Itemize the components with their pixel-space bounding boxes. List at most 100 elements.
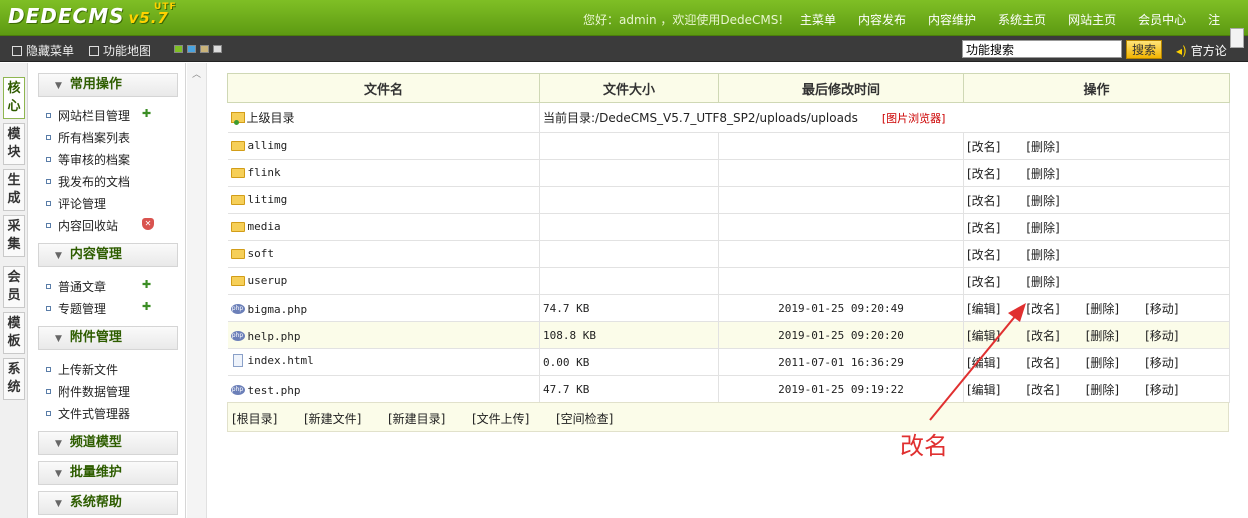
delete-link[interactable]: [删除] [1026, 273, 1059, 290]
nav-site-home[interactable]: 网站主页 [1068, 11, 1116, 28]
section-batch-maintain[interactable]: ▼ 批量维护 [38, 461, 178, 485]
sidebar-item-file-manager[interactable]: 文件式管理器 [46, 405, 130, 422]
rename-link[interactable]: [改名] [967, 246, 1000, 263]
function-search-input[interactable] [962, 40, 1122, 58]
rename-link[interactable]: [改名] [967, 219, 1000, 236]
file-upload-link[interactable]: [文件上传] [472, 410, 529, 427]
rename-link[interactable]: [改名] [1026, 354, 1059, 371]
rename-link[interactable]: [改名] [1026, 381, 1059, 398]
theme-tan-swatch[interactable] [200, 45, 209, 53]
table-row: php help.php 108.8 KB 2019-01-25 09:20:20… [227, 321, 1230, 349]
sidebar-item-comments[interactable]: 评论管理 [46, 195, 106, 212]
section-channel-model[interactable]: ▼ 频道模型 [38, 431, 178, 455]
add-topic-icon[interactable]: ✚ [142, 300, 151, 313]
new-file-link[interactable]: [新建文件] [304, 410, 361, 427]
move-link[interactable]: [移动] [1145, 327, 1178, 344]
theme-blue-swatch[interactable] [187, 45, 196, 53]
rename-link[interactable]: [改名] [967, 165, 1000, 182]
edit-link[interactable]: [编辑] [967, 327, 1000, 344]
edit-link[interactable]: [编辑] [967, 300, 1000, 317]
file-name-link[interactable]: bigma.php [248, 303, 308, 316]
delete-link[interactable]: [删除] [1026, 165, 1059, 182]
nav-system-home[interactable]: 系统主页 [998, 11, 1046, 28]
sidebar-item-upload-file[interactable]: 上传新文件 [46, 361, 118, 378]
bullet-icon [46, 411, 51, 416]
move-link[interactable]: [移动] [1145, 381, 1178, 398]
bullet-icon [46, 135, 51, 140]
edit-link[interactable]: [编辑] [967, 381, 1000, 398]
tab-member[interactable]: 会员 [3, 266, 25, 308]
add-article-icon[interactable]: ✚ [142, 278, 151, 291]
folder-name-link[interactable]: media [248, 220, 281, 233]
nav-content-maintain[interactable]: 内容维护 [928, 11, 976, 28]
delete-link[interactable]: [删除] [1026, 246, 1059, 263]
sidebar: ▼ 常用操作 网站栏目管理 ✚ 所有档案列表 等审核的档案 我发布的文档 评论管理… [28, 63, 186, 518]
folder-name-link[interactable]: flink [248, 166, 281, 179]
add-column-icon[interactable]: ✚ [142, 107, 151, 120]
delete-link[interactable]: [删除] [1086, 381, 1119, 398]
logo-text: DEDECMS [8, 4, 125, 28]
rename-link[interactable]: [改名] [967, 273, 1000, 290]
edit-link[interactable]: [编辑] [967, 354, 1000, 371]
nav-member-center[interactable]: 会员中心 [1138, 11, 1186, 28]
shield-icon[interactable]: ✕ [142, 218, 154, 230]
section-attachment-manage[interactable]: ▼ 附件管理 [38, 326, 178, 350]
rename-link[interactable]: [改名] [967, 192, 1000, 209]
tab-collect[interactable]: 采集 [3, 215, 25, 257]
section-content-manage[interactable]: ▼ 内容管理 [38, 243, 178, 267]
space-check-link[interactable]: [空间检查] [556, 410, 613, 427]
rename-link[interactable]: [改名] [967, 138, 1000, 155]
tab-generate[interactable]: 生成 [3, 169, 25, 211]
image-browser-link[interactable]: [图片浏览器] [882, 112, 946, 125]
move-link[interactable]: [移动] [1145, 300, 1178, 317]
page-scrollbar[interactable] [1230, 28, 1244, 48]
sidebar-item-all-archives[interactable]: 所有档案列表 [46, 129, 130, 146]
tab-system[interactable]: 系统 [3, 358, 25, 400]
sidebar-splitter[interactable]: ︿ [187, 63, 207, 518]
sidebar-item-my-documents[interactable]: 我发布的文档 [46, 173, 130, 190]
nav-logout[interactable]: 注 [1208, 11, 1220, 28]
delete-link[interactable]: [删除] [1086, 354, 1119, 371]
sidebar-item-recycle-bin[interactable]: 内容回收站 [46, 217, 118, 234]
delete-link[interactable]: [删除] [1086, 327, 1119, 344]
folder-name-link[interactable]: litimg [248, 193, 288, 206]
folder-name-link[interactable]: allimg [248, 139, 288, 152]
rename-link[interactable]: [改名] [1026, 327, 1059, 344]
sidebar-item-pending-archives[interactable]: 等审核的档案 [46, 151, 130, 168]
folder-name-link[interactable]: userup [248, 274, 288, 287]
move-link[interactable]: [移动] [1145, 354, 1178, 371]
file-name-link[interactable]: test.php [248, 384, 301, 397]
theme-gray-swatch[interactable] [213, 45, 222, 53]
sidebar-item-topic-manage[interactable]: 专题管理 [46, 300, 106, 317]
section-common-ops[interactable]: ▼ 常用操作 [38, 73, 178, 97]
parent-dir-cell[interactable]: 上级目录 [227, 102, 540, 133]
tab-core[interactable]: 核心 [3, 77, 25, 119]
logo-tag: UTF [154, 2, 177, 12]
file-name-link[interactable]: help.php [248, 330, 301, 343]
hide-menu-button[interactable]: 隐藏菜单 [12, 42, 74, 59]
nav-main-menu[interactable]: 主菜单 [800, 11, 836, 28]
root-dir-link[interactable]: [根目录] [232, 410, 277, 427]
tab-template[interactable]: 模板 [3, 312, 25, 354]
tab-module[interactable]: 模块 [3, 123, 25, 165]
delete-link[interactable]: [删除] [1026, 219, 1059, 236]
rename-link[interactable]: [改名] [1026, 300, 1059, 317]
delete-link[interactable]: [删除] [1026, 138, 1059, 155]
nav-content-publish[interactable]: 内容发布 [858, 11, 906, 28]
sidebar-item-column-manage[interactable]: 网站栏目管理 [46, 107, 130, 124]
sidebar-item-attachment-data[interactable]: 附件数据管理 [46, 383, 130, 400]
file-name-link[interactable]: index.html [248, 354, 314, 367]
delete-link[interactable]: [删除] [1086, 300, 1119, 317]
parent-dir-link[interactable]: 上级目录 [247, 109, 295, 126]
chevron-down-icon: ▼ [55, 334, 62, 344]
search-button[interactable]: 搜索 [1126, 40, 1162, 59]
site-map-button[interactable]: 功能地图 [89, 42, 151, 59]
html-file-icon [232, 354, 243, 367]
delete-link[interactable]: [删除] [1026, 192, 1059, 209]
folder-name-link[interactable]: soft [248, 247, 275, 260]
theme-green-swatch[interactable] [174, 45, 183, 53]
sidebar-item-normal-article[interactable]: 普通文章 [46, 278, 106, 295]
section-system-help[interactable]: ▼ 系统帮助 [38, 491, 178, 515]
official-forum-link[interactable]: ◂) 官方论 [1176, 42, 1227, 59]
new-dir-link[interactable]: [新建目录] [388, 410, 445, 427]
